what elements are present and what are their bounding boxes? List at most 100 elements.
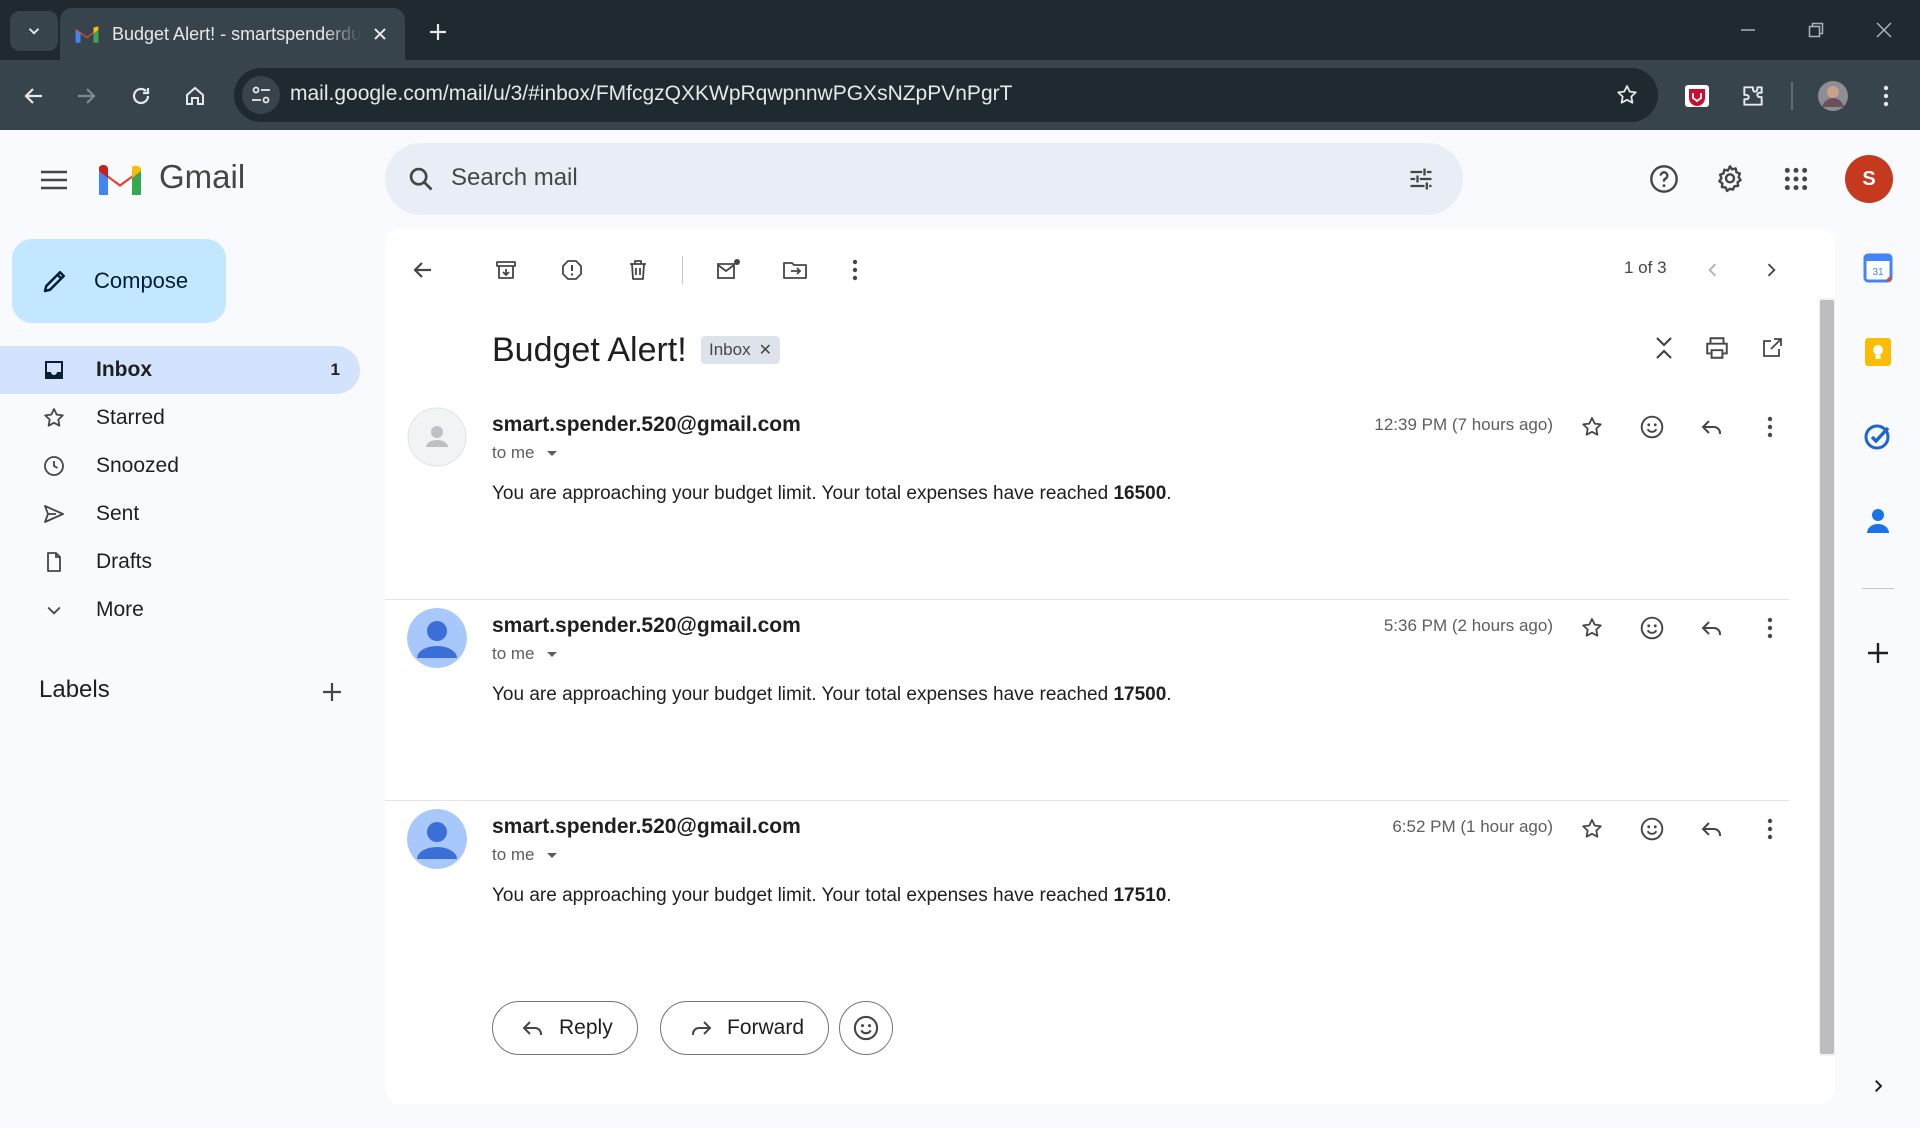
pencil-icon: [43, 271, 65, 293]
message-body: You are approaching your budget limit. Y…: [492, 885, 1172, 907]
sidebar-item-snoozed[interactable]: Snoozed: [0, 442, 360, 490]
reply-icon: [1701, 420, 1721, 434]
search-input[interactable]: Search mail: [451, 164, 578, 192]
address-bar[interactable]: mail.google.com/mail/u/3/#inbox/FMfcgzQX…: [234, 68, 1658, 122]
chevron-down-icon: [28, 28, 40, 35]
tab-search-button[interactable]: [10, 11, 58, 51]
close-window-button[interactable]: [1860, 12, 1908, 48]
message-panel: 1 of 3 Budget Alert! Inbox ✕ smart.spend…: [385, 228, 1835, 1104]
recipient-details[interactable]: to me: [492, 644, 559, 664]
browser-menu-button[interactable]: [1866, 76, 1906, 116]
forward-button[interactable]: [66, 76, 106, 116]
star-icon: [1582, 417, 1602, 436]
older-button[interactable]: [1747, 246, 1795, 294]
label-chip-inbox[interactable]: Inbox ✕: [701, 336, 780, 364]
more-options-button[interactable]: [831, 246, 879, 294]
sender-email: smart.spender.520@gmail.com: [492, 614, 801, 637]
archive-button[interactable]: [482, 246, 530, 294]
reload-button[interactable]: [121, 76, 161, 116]
contacts-app-icon[interactable]: [1856, 498, 1900, 542]
browser-tab[interactable]: Budget Alert! - smartspenderdu: [60, 8, 405, 60]
sidebar-item-sent[interactable]: Sent: [0, 490, 360, 538]
sidebar-item-more[interactable]: More: [0, 586, 360, 634]
message-item[interactable]: smart.spender.520@gmail.com to me 5:36 P…: [385, 600, 1789, 801]
body-text-end: .: [1166, 885, 1172, 906]
collapse-all-button[interactable]: [1642, 326, 1686, 370]
report-spam-button[interactable]: [548, 246, 596, 294]
remove-label-icon[interactable]: ✕: [759, 340, 772, 360]
reply-button[interactable]: [1690, 807, 1734, 851]
tab-close-icon[interactable]: [367, 21, 393, 47]
sidebar-item-inbox[interactable]: Inbox 1: [0, 346, 360, 394]
settings-button[interactable]: [1706, 155, 1754, 203]
plus-icon: [1868, 643, 1888, 663]
caret-down-icon: [546, 853, 557, 858]
tab-title: Budget Alert! - smartspenderdu: [112, 23, 361, 44]
reload-icon: [132, 87, 150, 105]
search-options-button[interactable]: [1401, 159, 1441, 199]
emoji-icon: [1640, 415, 1664, 439]
chevron-right-icon: [1767, 263, 1776, 277]
back-button[interactable]: [14, 76, 54, 116]
new-tab-button[interactable]: [420, 14, 456, 50]
add-reaction-button[interactable]: [1630, 405, 1674, 449]
message-more-button[interactable]: [1748, 606, 1792, 650]
recipient-details[interactable]: to me: [492, 443, 559, 463]
message-more-button[interactable]: [1748, 807, 1792, 851]
move-to-button[interactable]: [771, 246, 819, 294]
add-reaction-button[interactable]: [1630, 606, 1674, 650]
star-button[interactable]: [1570, 807, 1614, 851]
minimize-icon: [1741, 29, 1755, 31]
sidebar-item-starred[interactable]: Starred: [0, 394, 360, 442]
message-more-button[interactable]: [1748, 405, 1792, 449]
google-apps-button[interactable]: [1772, 155, 1820, 203]
star-button[interactable]: [1570, 606, 1614, 650]
print-icon: [1706, 337, 1728, 359]
forward-pill-button[interactable]: Forward: [660, 1001, 830, 1055]
restore-button[interactable]: [1792, 12, 1840, 48]
add-reaction-button[interactable]: [1630, 807, 1674, 851]
get-addons-button[interactable]: [1856, 631, 1900, 675]
back-to-inbox-button[interactable]: [399, 246, 447, 294]
gmail-favicon-icon: [75, 26, 99, 43]
sidebar-item-drafts[interactable]: Drafts: [0, 538, 360, 586]
delete-button[interactable]: [614, 246, 662, 294]
message-item[interactable]: smart.spender.520@gmail.com to me 6:52 P…: [385, 801, 1789, 1002]
reply-button[interactable]: [1690, 405, 1734, 449]
search-bar[interactable]: Search mail: [385, 143, 1463, 215]
extension-mcafee-icon[interactable]: [1677, 76, 1717, 116]
reply-icon: [1701, 621, 1721, 635]
toolbar-divider: [682, 256, 683, 284]
search-icon[interactable]: [403, 161, 439, 197]
scrollbar-thumb[interactable]: [1820, 300, 1834, 1054]
site-info-button[interactable]: [242, 76, 280, 114]
profile-avatar[interactable]: [1813, 76, 1853, 116]
mark-unread-button[interactable]: [705, 246, 753, 294]
account-avatar[interactable]: S: [1845, 155, 1893, 203]
compose-button[interactable]: Compose: [12, 239, 226, 323]
react-emoji-button[interactable]: [839, 1001, 893, 1055]
bookmark-star-icon[interactable]: [1612, 80, 1642, 110]
star-button[interactable]: [1570, 405, 1614, 449]
support-button[interactable]: [1640, 155, 1688, 203]
newer-button[interactable]: [1689, 246, 1737, 294]
minimize-button[interactable]: [1724, 12, 1772, 48]
message-item[interactable]: smart.spender.520@gmail.com to me 12:39 …: [385, 399, 1789, 600]
sender-avatar: [407, 608, 467, 668]
keep-app-icon[interactable]: [1856, 330, 1900, 374]
home-button[interactable]: [175, 76, 215, 116]
tasks-app-icon[interactable]: [1856, 414, 1900, 458]
main-menu-button[interactable]: [30, 156, 78, 204]
create-label-button[interactable]: [314, 674, 350, 710]
calendar-app-icon[interactable]: 31: [1856, 246, 1900, 290]
reply-pill-button[interactable]: Reply: [492, 1001, 638, 1055]
star-icon: [1582, 819, 1602, 838]
show-side-panel-button[interactable]: [1856, 1064, 1900, 1108]
recipient-details[interactable]: to me: [492, 845, 559, 865]
open-new-window-button[interactable]: [1750, 326, 1794, 370]
extensions-puzzle-icon[interactable]: [1733, 76, 1773, 116]
trash-icon: [630, 260, 646, 280]
reply-button[interactable]: [1690, 606, 1734, 650]
home-icon: [186, 86, 204, 105]
print-all-button[interactable]: [1695, 326, 1739, 370]
